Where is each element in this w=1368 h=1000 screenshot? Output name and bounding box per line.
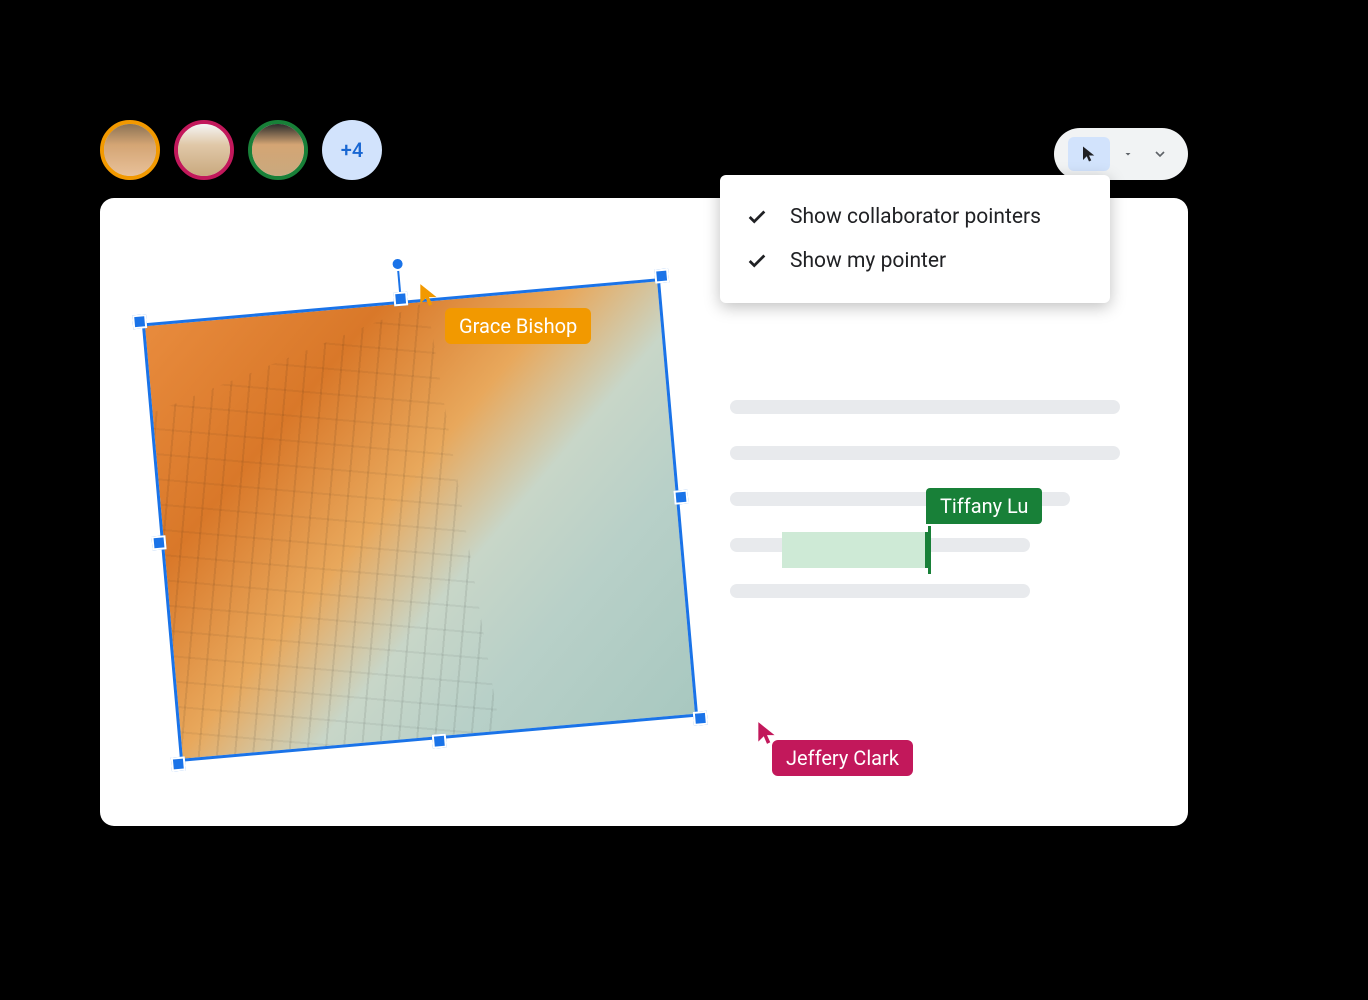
resize-handle-mr[interactable] [673,490,688,505]
check-icon [746,250,768,272]
collaborators-row: +4 [100,120,382,180]
resize-handle-tl[interactable] [132,314,147,329]
selected-image[interactable] [142,278,698,762]
text-line [730,400,1120,414]
chevron-down-icon [1152,146,1168,162]
tool-dropdown-caret[interactable] [1114,140,1142,168]
overflow-collaborators-badge[interactable]: +4 [322,120,382,180]
cursor-icon [1080,145,1098,163]
collaborator-cursor-grace [416,282,442,312]
collaborator-label-grace: Grace Bishop [445,308,591,344]
resize-handle-bl[interactable] [171,756,186,771]
cursor-tool-chip [1054,128,1188,180]
resize-handle-br[interactable] [693,711,708,726]
text-selection-highlight [782,532,928,568]
caret-down-icon [1122,148,1134,160]
cursor-icon [416,282,442,308]
menu-expand-caret[interactable] [1146,140,1174,168]
collaborator-label-tiffany: Tiffany Lu [926,488,1042,524]
pointer-options-menu: Show collaborator pointers Show my point… [720,175,1110,303]
resize-handle-tr[interactable] [654,268,669,283]
text-line [730,446,1120,460]
collaborator-label-jeffery: Jeffery Clark [772,740,913,776]
cursor-tool-button[interactable] [1068,137,1110,171]
avatar-collaborator-2[interactable] [174,120,234,180]
menu-item-label: Show collaborator pointers [790,205,1041,229]
menu-item-show-my-pointer[interactable]: Show my pointer [720,239,1110,283]
menu-item-show-collaborator-pointers[interactable]: Show collaborator pointers [720,195,1110,239]
menu-item-label: Show my pointer [790,249,946,273]
collaborator-caret-tiffany [928,526,931,574]
text-line [730,584,1030,598]
resize-handle-bm[interactable] [432,734,447,749]
avatar-collaborator-3[interactable] [248,120,308,180]
text-placeholder-block [730,400,1120,630]
resize-handle-ml[interactable] [151,535,166,550]
resize-handle-tm[interactable] [393,291,408,306]
check-icon [746,206,768,228]
avatar-collaborator-1[interactable] [100,120,160,180]
